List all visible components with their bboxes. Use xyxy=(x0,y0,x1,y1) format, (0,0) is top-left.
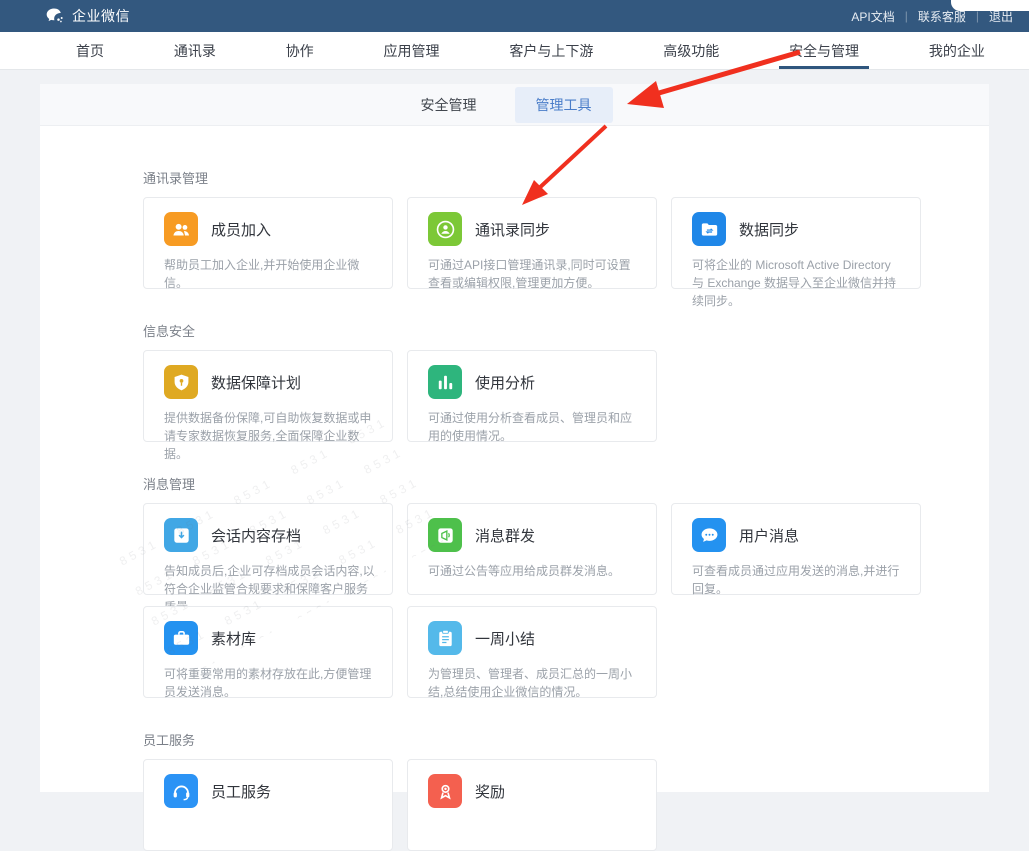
section-title: 消息管理 xyxy=(143,476,989,493)
card-title: 成员加入 xyxy=(211,219,271,240)
card-header: 员工服务 xyxy=(164,774,382,808)
nav-item-客户与上下游[interactable]: 客户与上下游 xyxy=(503,32,599,69)
nav-item-首页[interactable]: 首页 xyxy=(70,32,110,69)
card-grid: 员工服务 奖励 xyxy=(143,759,925,851)
card-description: 帮助员工加入企业,并开始使用企业微信。 xyxy=(164,256,382,292)
card-header: 数据保障计划 xyxy=(164,365,382,399)
card-title: 数据同步 xyxy=(739,219,799,240)
corner-notch xyxy=(951,0,1029,11)
card-description: 可将企业的 Microsoft Active Directory 与 Excha… xyxy=(692,256,910,311)
briefcase-icon xyxy=(164,621,198,655)
feature-card-使用分析[interactable]: 使用分析 可通过使用分析查看成员、管理员和应用的使用情况。 xyxy=(407,350,657,442)
folder-sync-icon xyxy=(692,212,726,246)
card-header: 消息群发 xyxy=(428,518,646,552)
feature-card-通讯录同步[interactable]: 通讯录同步 可通过API接口管理通讯录,同时可设置查看或编辑权限,管理更加方便。 xyxy=(407,197,657,289)
feature-card-用户消息[interactable]: 用户消息 可查看成员通过应用发送的消息,并进行回复。 xyxy=(671,503,921,595)
feature-card-一周小结[interactable]: 一周小结 为管理员、管理者、成员汇总的一周小结,总结使用企业微信的情况。 xyxy=(407,606,657,698)
card-title: 消息群发 xyxy=(475,525,535,546)
card-header: 素材库 xyxy=(164,621,382,655)
card-title: 数据保障计划 xyxy=(211,372,301,393)
tab-管理工具[interactable]: 管理工具 xyxy=(515,87,613,123)
card-grid: 成员加入 帮助员工加入企业,并开始使用企业微信。 通讯录同步 可通过API接口管… xyxy=(143,197,925,289)
card-header: 数据同步 xyxy=(692,212,910,246)
shield-icon xyxy=(164,365,198,399)
main-nav: 首页 通讯录 协作 应用管理 客户与上下游 高级功能 安全与管理 我的企业 xyxy=(0,32,1029,70)
card-header: 成员加入 xyxy=(164,212,382,246)
card-description: 为管理员、管理者、成员汇总的一周小结,总结使用企业微信的情况。 xyxy=(428,665,646,701)
nav-item-我的企业[interactable]: 我的企业 xyxy=(923,32,991,69)
card-header: 奖励 xyxy=(428,774,646,808)
section-消息管理: 消息管理 会话内容存档 告知成员后,企业可存档成员会话内容,以符合企业监管合规要… xyxy=(143,476,989,698)
card-header: 一周小结 xyxy=(428,621,646,655)
card-description: 可通过使用分析查看成员、管理员和应用的使用情况。 xyxy=(428,409,646,445)
page-panel: 安全管理管理工具 通讯录管理 成员加入 帮助员工加入企业,并开始使用企业微信。 … xyxy=(40,84,989,792)
card-title: 用户消息 xyxy=(739,525,799,546)
card-description: 可通过API接口管理通讯录,同时可设置查看或编辑权限,管理更加方便。 xyxy=(428,256,646,292)
tab-安全管理[interactable]: 安全管理 xyxy=(417,87,481,123)
feature-card-成员加入[interactable]: 成员加入 帮助员工加入企业,并开始使用企业微信。 xyxy=(143,197,393,289)
separator: | xyxy=(905,9,908,23)
nav-item-通讯录[interactable]: 通讯录 xyxy=(168,32,222,69)
section-title: 信息安全 xyxy=(143,323,989,340)
reward-icon xyxy=(428,774,462,808)
chat-bubble-icon xyxy=(692,518,726,552)
feature-card-素材库[interactable]: 素材库 可将重要常用的素材存放在此,方便管理员发送消息。 xyxy=(143,606,393,698)
app-logo[interactable]: 企业微信 xyxy=(45,6,130,26)
bar-chart-icon xyxy=(428,365,462,399)
card-description: 可查看成员通过应用发送的消息,并进行回复。 xyxy=(692,562,910,598)
nav-item-高级功能[interactable]: 高级功能 xyxy=(657,32,725,69)
nav-item-协作[interactable]: 协作 xyxy=(280,32,320,69)
wecom-logo-icon xyxy=(45,6,65,26)
archive-icon xyxy=(164,518,198,552)
feature-card-会话内容存档[interactable]: 会话内容存档 告知成员后,企业可存档成员会话内容,以符合企业监管合规要求和保障客… xyxy=(143,503,393,595)
card-title: 素材库 xyxy=(211,628,256,649)
headset-icon xyxy=(164,774,198,808)
feature-card-消息群发[interactable]: 消息群发 可通过公告等应用给成员群发消息。 xyxy=(407,503,657,595)
card-description: 可通过公告等应用给成员群发消息。 xyxy=(428,562,646,580)
content-area: 通讯录管理 成员加入 帮助员工加入企业,并开始使用企业微信。 通讯录同步 可通过… xyxy=(40,126,989,851)
section-信息安全: 信息安全 数据保障计划 提供数据备份保障,可自助恢复数据或申请专家数据恢复服务,… xyxy=(143,323,989,442)
card-description: 可将重要常用的素材存放在此,方便管理员发送消息。 xyxy=(164,665,382,701)
nav-item-应用管理[interactable]: 应用管理 xyxy=(378,32,446,69)
clipboard-icon xyxy=(428,621,462,655)
card-grid: 数据保障计划 提供数据备份保障,可自助恢复数据或申请专家数据恢复服务,全面保障企… xyxy=(143,350,925,442)
section-通讯录管理: 通讯录管理 成员加入 帮助员工加入企业,并开始使用企业微信。 通讯录同步 可通过… xyxy=(143,170,989,289)
card-header: 使用分析 xyxy=(428,365,646,399)
feature-card-员工服务[interactable]: 员工服务 xyxy=(143,759,393,851)
card-grid: 会话内容存档 告知成员后,企业可存档成员会话内容,以符合企业监管合规要求和保障客… xyxy=(143,503,925,698)
section-title: 通讯录管理 xyxy=(143,170,989,187)
section-title: 员工服务 xyxy=(143,732,989,749)
card-description: 提供数据备份保障,可自助恢复数据或申请专家数据恢复服务,全面保障企业数据。 xyxy=(164,409,382,464)
card-title: 一周小结 xyxy=(475,628,535,649)
broadcast-icon xyxy=(428,518,462,552)
card-header: 会话内容存档 xyxy=(164,518,382,552)
nav-item-安全与管理[interactable]: 安全与管理 xyxy=(783,32,865,69)
card-title: 使用分析 xyxy=(475,372,535,393)
feature-card-数据同步[interactable]: 数据同步 可将企业的 Microsoft Active Directory 与 … xyxy=(671,197,921,289)
feature-card-奖励[interactable]: 奖励 xyxy=(407,759,657,851)
contact-sync-icon xyxy=(428,212,462,246)
card-header: 用户消息 xyxy=(692,518,910,552)
members-icon xyxy=(164,212,198,246)
separator: | xyxy=(976,9,979,23)
card-header: 通讯录同步 xyxy=(428,212,646,246)
card-title: 会话内容存档 xyxy=(211,525,301,546)
topbar-link[interactable]: API文档 xyxy=(849,8,896,25)
tabstrip: 安全管理管理工具 xyxy=(40,84,989,126)
feature-card-数据保障计划[interactable]: 数据保障计划 提供数据备份保障,可自助恢复数据或申请专家数据恢复服务,全面保障企… xyxy=(143,350,393,442)
card-title: 通讯录同步 xyxy=(475,219,550,240)
topbar: 企业微信 API文档|联系客服|退出 xyxy=(0,0,1029,32)
section-员工服务: 员工服务 员工服务 奖励 xyxy=(143,732,989,851)
app-title: 企业微信 xyxy=(72,6,130,26)
